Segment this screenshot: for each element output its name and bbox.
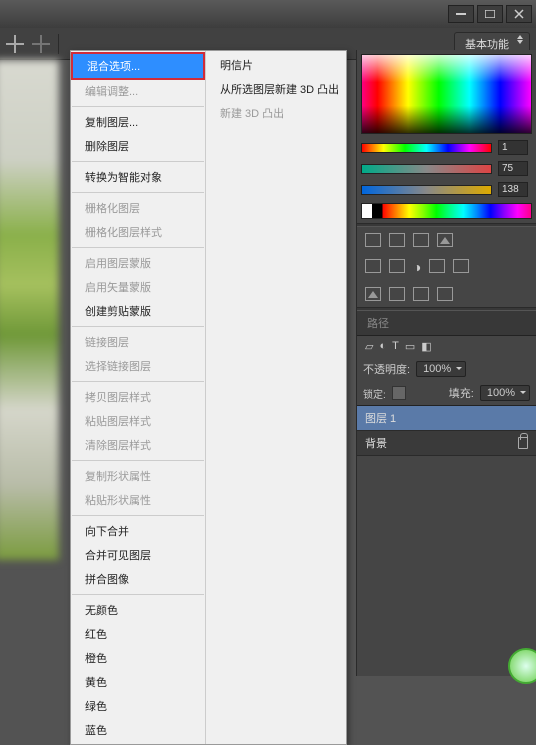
lock-fill-row: 锁定: 填充: 100% bbox=[357, 381, 536, 405]
menu-item[interactable]: 转换为智能对象 bbox=[71, 165, 205, 189]
posterize-icon[interactable] bbox=[389, 287, 405, 301]
document-canvas[interactable] bbox=[0, 60, 59, 560]
menu-separator bbox=[72, 247, 204, 248]
bw-icon[interactable] bbox=[429, 259, 445, 273]
lab-b-value[interactable]: 138 bbox=[498, 182, 528, 197]
tab-paths[interactable]: 路径 bbox=[357, 311, 399, 335]
menu-item: 复制形状属性 bbox=[71, 464, 205, 488]
lock-label: 锁定: bbox=[363, 386, 386, 401]
menu-item: 启用矢量蒙版 bbox=[71, 275, 205, 299]
filter-adjust-icon[interactable]: ◐ bbox=[379, 340, 386, 353]
menu-item: 栅格化图层样式 bbox=[71, 220, 205, 244]
hue-sat-icon[interactable] bbox=[389, 259, 405, 273]
filter-smart-icon[interactable]: ◧ bbox=[421, 340, 431, 353]
menu-separator bbox=[72, 161, 204, 162]
menu-item: 拷贝图层样式 bbox=[71, 385, 205, 409]
menu-item: 栅格化图层 bbox=[71, 196, 205, 220]
menu-item[interactable]: 向下合并 bbox=[71, 519, 205, 543]
exposure-icon[interactable] bbox=[437, 233, 453, 247]
vibrance-icon[interactable] bbox=[365, 259, 381, 273]
menu-item[interactable]: 红色 bbox=[71, 622, 205, 646]
menu-item[interactable]: 创建剪贴蒙版 bbox=[71, 299, 205, 323]
layer-context-menu: 混合选项...编辑调整... 复制图层...删除图层转换为智能对象栅格化图层栅格化… bbox=[70, 50, 347, 745]
layer-row[interactable]: 背景 bbox=[357, 431, 536, 456]
brightness-icon[interactable] bbox=[365, 233, 381, 247]
color-balance-icon[interactable]: ◑ bbox=[413, 259, 421, 275]
maximize-button[interactable] bbox=[477, 5, 503, 23]
menu-item: 粘贴图层样式 bbox=[71, 409, 205, 433]
canvas-area bbox=[0, 50, 70, 676]
layer-row[interactable]: 图层 1 bbox=[357, 406, 536, 431]
adjustments-row-1 bbox=[357, 227, 536, 253]
lab-b-slider[interactable]: 138 bbox=[357, 180, 536, 199]
fill-label: 填充: bbox=[449, 385, 474, 401]
adjustments-row-3 bbox=[357, 281, 536, 307]
menu-item[interactable]: 黄色 bbox=[71, 670, 205, 694]
menu-item: 粘贴形状属性 bbox=[71, 488, 205, 512]
menu-item: 新建 3D 凸出 bbox=[206, 101, 346, 125]
opacity-dropdown[interactable]: 100% bbox=[416, 361, 466, 377]
menu-separator bbox=[72, 381, 204, 382]
menu-item: 清除图层样式 bbox=[71, 433, 205, 457]
curves-icon[interactable] bbox=[413, 233, 429, 247]
color-picker[interactable] bbox=[361, 54, 532, 134]
layers-panel-tabs: 路径 bbox=[357, 311, 536, 336]
menu-item[interactable]: 明信片 bbox=[206, 53, 346, 77]
menu-item: 选择链接图层 bbox=[71, 354, 205, 378]
blend-opacity-row: 不透明度: 100% bbox=[357, 357, 536, 381]
window-titlebar bbox=[0, 0, 536, 28]
menu-item[interactable]: 删除图层 bbox=[71, 134, 205, 158]
lab-l-slider[interactable]: 1 bbox=[357, 138, 536, 157]
menu-item: 链接图层 bbox=[71, 330, 205, 354]
swatches-strip[interactable] bbox=[361, 203, 532, 219]
gradient-map-icon[interactable] bbox=[437, 287, 453, 301]
menu-separator bbox=[72, 326, 204, 327]
menu-item[interactable]: 从所选图层新建 3D 凸出 bbox=[206, 77, 346, 101]
lock-icon bbox=[518, 437, 528, 449]
layer-filter-row: ▱ ◐ T ▭ ◧ bbox=[357, 336, 536, 357]
workspace-label: 基本功能 bbox=[465, 39, 509, 51]
close-button[interactable] bbox=[506, 5, 532, 23]
lab-l-value[interactable]: 1 bbox=[498, 140, 528, 155]
layers-list: 图层 1 背景 bbox=[357, 405, 536, 456]
menu-separator bbox=[72, 192, 204, 193]
photo-filter-icon[interactable] bbox=[453, 259, 469, 273]
fill-dropdown[interactable]: 100% bbox=[480, 385, 530, 401]
menu-item[interactable]: 拼合图像 bbox=[71, 567, 205, 591]
layer-name: 背景 bbox=[365, 435, 387, 451]
menu-item[interactable]: 混合选项... bbox=[71, 52, 205, 80]
threshold-icon[interactable] bbox=[413, 287, 429, 301]
opacity-label: 不透明度: bbox=[363, 361, 410, 377]
menu-item: 编辑调整... bbox=[71, 79, 205, 103]
menu-item[interactable]: 合并可见图层 bbox=[71, 543, 205, 567]
context-menu-column-2: 明信片从所选图层新建 3D 凸出新建 3D 凸出 bbox=[206, 51, 346, 744]
minimize-button[interactable] bbox=[448, 5, 474, 23]
filter-shape-icon[interactable]: ▭ bbox=[405, 340, 415, 353]
menu-separator bbox=[72, 106, 204, 107]
layer-name: 图层 1 bbox=[365, 410, 396, 426]
menu-separator bbox=[72, 515, 204, 516]
menu-item[interactable]: 橙色 bbox=[71, 646, 205, 670]
filter-pixel-icon[interactable]: ▱ bbox=[365, 340, 373, 353]
adjustments-row-2: ◑ bbox=[357, 253, 536, 281]
menu-item[interactable]: 复制图层... bbox=[71, 110, 205, 134]
menu-item: 启用图层蒙版 bbox=[71, 251, 205, 275]
badge-icon bbox=[508, 648, 536, 684]
lock-transparency-icon[interactable] bbox=[392, 386, 406, 400]
menu-item[interactable]: 蓝色 bbox=[71, 718, 205, 742]
levels-icon[interactable] bbox=[389, 233, 405, 247]
invert-icon[interactable] bbox=[365, 287, 381, 301]
filter-type-icon[interactable]: T bbox=[392, 340, 399, 353]
menu-separator bbox=[72, 594, 204, 595]
lab-a-value[interactable]: 75 bbox=[498, 161, 528, 176]
menu-item[interactable]: 绿色 bbox=[71, 694, 205, 718]
context-menu-column-1: 混合选项...编辑调整... 复制图层...删除图层转换为智能对象栅格化图层栅格化… bbox=[71, 51, 206, 744]
menu-separator bbox=[72, 460, 204, 461]
lab-a-slider[interactable]: 75 bbox=[357, 159, 536, 178]
menu-item[interactable]: 无颜色 bbox=[71, 598, 205, 622]
